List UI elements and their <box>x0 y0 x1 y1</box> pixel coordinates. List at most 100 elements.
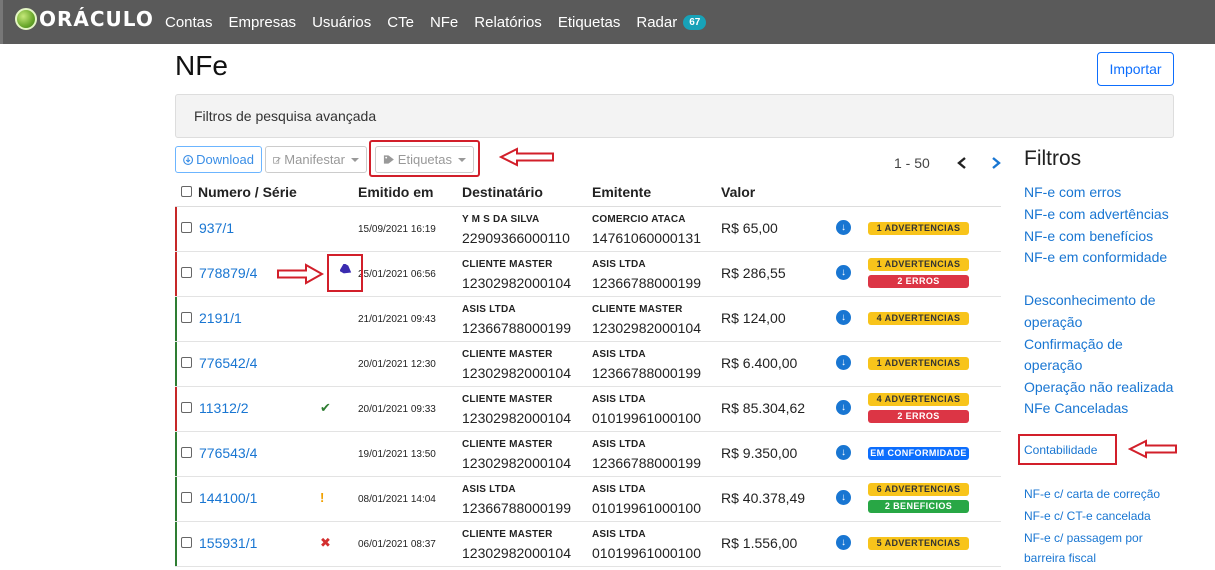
invoice-value: R$ 124,00 <box>721 310 786 326</box>
advanced-search-filters[interactable]: Filtros de pesquisa avançada <box>175 94 1174 138</box>
nav-item-etiquetas[interactable]: Etiquetas <box>558 14 621 31</box>
issuer-cnpj: 12366788000199 <box>592 275 702 291</box>
col-header-emitido[interactable]: Emitido em <box>358 184 433 200</box>
nfe-number-link[interactable]: 144100/1 <box>199 490 257 506</box>
filter-carta-correcao[interactable]: NF-e c/ carta de correção <box>1024 487 1160 501</box>
issuer-cnpj: 12302982000104 <box>592 320 702 336</box>
nfe-number-link[interactable]: 937/1 <box>199 220 234 236</box>
status-badge: 2 BENEFICIOS <box>868 500 969 513</box>
filter-passagem-barreira-cont[interactable]: barreira fiscal <box>1024 551 1096 565</box>
download-circle-icon[interactable]: ↓ <box>836 400 851 415</box>
status-badge: 5 ADVERTENCIAS <box>868 537 969 550</box>
nfe-number-link[interactable]: 2191/1 <box>199 310 242 326</box>
table-row[interactable]: 155931/1 ✖ 06/01/2021 08:37 CLIENTE MASTER 1… <box>175 522 1001 567</box>
select-all-checkbox[interactable] <box>181 186 192 197</box>
manifestar-dropdown[interactable]: Manifestar <box>265 146 367 173</box>
nav-item-usuarios[interactable]: Usuários <box>312 14 371 31</box>
download-circle-icon[interactable]: ↓ <box>836 220 851 235</box>
filter-nfe-com-advertencias[interactable]: NF-e com advertências <box>1024 206 1169 222</box>
nav-item-cte[interactable]: CTe <box>387 14 414 31</box>
download-circle-icon[interactable]: ↓ <box>836 445 851 460</box>
recipient-name: Y M S DA SILVA <box>462 214 540 225</box>
import-button[interactable]: Importar <box>1097 52 1174 86</box>
filter-passagem-barreira[interactable]: NF-e c/ passagem por <box>1024 531 1143 545</box>
row-checkbox[interactable] <box>181 312 192 323</box>
chevron-left-icon[interactable] <box>956 156 968 170</box>
col-header-destinatario[interactable]: Destinatário <box>462 184 543 200</box>
download-circle-icon[interactable]: ↓ <box>836 490 851 505</box>
recipient-cnpj: 12302982000104 <box>462 410 572 426</box>
row-checkbox[interactable] <box>181 402 192 413</box>
nfe-number-link[interactable]: 778879/4 <box>199 265 257 281</box>
chevron-right-icon[interactable] <box>990 156 1002 170</box>
filter-nfe-canceladas[interactable]: NFe Canceladas <box>1024 400 1128 416</box>
table-row[interactable]: 937/1 15/09/2021 16:19 Y M S DA SILVA 22909… <box>175 207 1001 252</box>
filter-contabilidade[interactable]: Contabilidade <box>1024 443 1097 457</box>
filter-nfe-em-conformidade[interactable]: NF-e em conformidade <box>1024 249 1167 265</box>
invoice-value: R$ 6.400,00 <box>721 355 798 371</box>
oraculo-logo-icon <box>15 8 37 30</box>
issuer-name: ASIS LTDA <box>592 484 646 495</box>
row-status-bar <box>175 522 177 566</box>
status-badge: 1 ADVERTENCIAS <box>868 258 969 271</box>
filter-desconhecimento-cont[interactable]: operação <box>1024 314 1082 330</box>
recipient-cnpj: 12302982000104 <box>462 275 572 291</box>
nav-item-radar[interactable]: Radar <box>636 14 677 31</box>
table-row[interactable]: 11312/2 ✔ 20/01/2021 09:33 CLIENTE MASTER 12… <box>175 387 1001 432</box>
nfe-number-link[interactable]: 776543/4 <box>199 445 257 461</box>
filter-confirmacao-cont[interactable]: operação <box>1024 357 1082 373</box>
issuer-name: ASIS LTDA <box>592 349 646 360</box>
table-row[interactable]: 776543/4 19/01/2021 13:50 CLIENTE MASTER 12… <box>175 432 1001 477</box>
filter-nfe-com-erros[interactable]: NF-e com erros <box>1024 184 1121 200</box>
table-row[interactable]: 144100/1! 08/01/2021 14:04 ASIS LTDA 123667… <box>175 477 1001 522</box>
nfe-number-link[interactable]: 155931/1 <box>199 535 257 551</box>
row-checkbox[interactable] <box>181 492 192 503</box>
row-status-bar <box>175 297 177 341</box>
filter-confirmacao[interactable]: Confirmação de <box>1024 336 1123 352</box>
filter-operacao-nao-realizada[interactable]: Operação não realizada <box>1024 379 1173 395</box>
filter-nfe-com-beneficios[interactable]: NF-e com benefícios <box>1024 228 1153 244</box>
emission-date: 19/01/2021 13:50 <box>358 449 436 460</box>
row-checkbox[interactable] <box>181 447 192 458</box>
nfe-number-link[interactable]: 11312/2 <box>199 400 249 416</box>
table-row[interactable]: 2191/1 21/01/2021 09:43 ASIS LTDA 123667880… <box>175 297 1001 342</box>
edit-icon <box>273 156 281 164</box>
top-navbar: ORÁCULO Contas Empresas Usuários CTe NFe… <box>0 0 1215 44</box>
row-status-bar <box>175 432 177 476</box>
row-checkbox[interactable] <box>181 357 192 368</box>
download-circle-icon[interactable]: ↓ <box>836 265 851 280</box>
col-header-numero[interactable]: Numero / Série <box>198 184 297 200</box>
row-checkbox[interactable] <box>181 267 192 278</box>
issuer-name: COMERCIO ATACA <box>592 214 686 225</box>
nav-item-nfe[interactable]: NFe <box>430 14 458 31</box>
chevron-down-icon <box>351 157 359 162</box>
recipient-name: CLIENTE MASTER <box>462 349 553 360</box>
nav-item-empresas[interactable]: Empresas <box>229 14 297 31</box>
download-circle-icon[interactable]: ↓ <box>836 310 851 325</box>
row-checkbox[interactable] <box>181 537 192 548</box>
issuer-name: CLIENTE MASTER <box>592 304 683 315</box>
recipient-cnpj: 12302982000104 <box>462 545 572 561</box>
filter-desconhecimento[interactable]: Desconhecimento de <box>1024 292 1156 308</box>
row-status-bar <box>175 477 177 521</box>
recipient-name: CLIENTE MASTER <box>462 439 553 450</box>
nav-item-relatorios[interactable]: Relatórios <box>474 14 542 31</box>
table-row[interactable]: 776542/4 20/01/2021 12:30 CLIENTE MASTER 12… <box>175 342 1001 387</box>
nfe-number-link[interactable]: 776542/4 <box>199 355 257 371</box>
nav-item-contas[interactable]: Contas <box>165 14 213 31</box>
brand-logo[interactable]: ORÁCULO <box>15 7 154 31</box>
status-badge: 1 ADVERTENCIAS <box>868 357 969 370</box>
filter-cte-cancelada[interactable]: NF-e c/ CT-e cancelada <box>1024 509 1151 523</box>
status-badge: EM CONFORMIDADE <box>868 447 969 460</box>
download-circle-icon[interactable]: ↓ <box>836 355 851 370</box>
download-circle-icon[interactable]: ↓ <box>836 535 851 550</box>
col-header-emitente[interactable]: Emitente <box>592 184 651 200</box>
download-button[interactable]: Download <box>175 146 262 173</box>
col-header-valor[interactable]: Valor <box>721 184 755 200</box>
invoice-value: R$ 40.378,49 <box>721 490 806 506</box>
status-badge: 4 ADVERTENCIAS <box>868 393 969 406</box>
row-status-icon: ✖ <box>320 535 331 550</box>
row-status-icon: ! <box>320 490 325 505</box>
row-checkbox[interactable] <box>181 222 192 233</box>
tag-icon[interactable] <box>340 264 353 275</box>
